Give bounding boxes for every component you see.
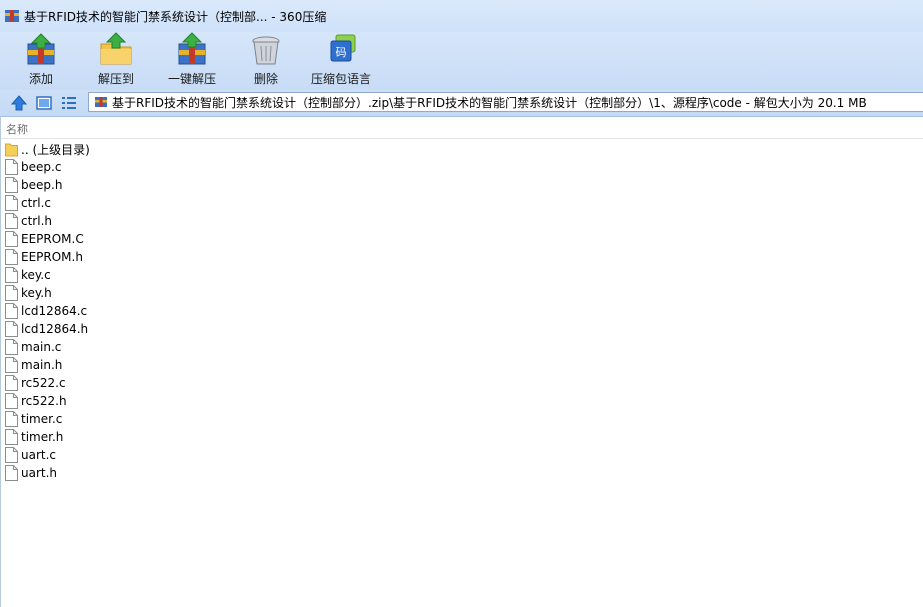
file-icon bbox=[5, 195, 18, 211]
delete-button[interactable]: 删除 bbox=[248, 32, 284, 88]
list-item[interactable]: main.h bbox=[0, 356, 923, 374]
list-item[interactable]: ctrl.c bbox=[0, 194, 923, 212]
list-item[interactable]: rc522.h bbox=[0, 392, 923, 410]
extract-folder-icon bbox=[100, 32, 132, 65]
file-icon bbox=[5, 339, 18, 355]
file-icon bbox=[5, 447, 18, 463]
list-item[interactable]: ctrl.h bbox=[0, 212, 923, 230]
column-header-name[interactable]: 名称 bbox=[6, 121, 28, 137]
one-click-extract-icon bbox=[178, 32, 206, 65]
folder-icon bbox=[5, 143, 18, 157]
list-item[interactable]: main.c bbox=[0, 338, 923, 356]
list-item[interactable]: timer.h bbox=[0, 428, 923, 446]
file-icon bbox=[5, 321, 18, 337]
file-icon bbox=[5, 465, 18, 481]
file-icon bbox=[5, 411, 18, 427]
encoding-icon: 码 bbox=[330, 34, 356, 62]
archive-language-button[interactable]: 码 压缩包语言 bbox=[310, 32, 372, 88]
thumbnail-view-icon[interactable] bbox=[35, 94, 53, 112]
list-item[interactable]: timer.c bbox=[0, 410, 923, 428]
up-arrow-icon[interactable] bbox=[10, 94, 28, 112]
archive-path-icon bbox=[95, 97, 107, 107]
add-button[interactable]: 添加 bbox=[20, 32, 62, 88]
add-archive-icon bbox=[27, 33, 55, 65]
list-item[interactable]: EEPROM.C bbox=[0, 230, 923, 248]
svg-text:码: 码 bbox=[336, 46, 347, 59]
trash-icon bbox=[252, 36, 280, 65]
list-item[interactable]: .. (上级目录) bbox=[0, 140, 923, 158]
archive-app-icon bbox=[5, 10, 19, 22]
file-icon bbox=[5, 303, 18, 319]
file-icon bbox=[5, 159, 18, 175]
address-path: 基于RFID技术的智能门禁系统设计（控制部分）.zip\基于RFID技术的智能门… bbox=[112, 95, 867, 110]
address-bar[interactable]: 基于RFID技术的智能门禁系统设计（控制部分）.zip\基于RFID技术的智能门… bbox=[88, 92, 923, 112]
file-list: .. (上级目录) beep.c beep.h ctrl.c ctrl.h EE… bbox=[0, 140, 923, 482]
extract-to-button[interactable]: 解压到 bbox=[93, 32, 139, 88]
file-icon bbox=[5, 429, 18, 445]
file-icon bbox=[5, 177, 18, 193]
list-item[interactable]: lcd12864.h bbox=[0, 320, 923, 338]
file-icon bbox=[5, 213, 18, 229]
title-bar: 基于RFID技术的智能门禁系统设计（控制部... - 360压缩 bbox=[0, 0, 923, 32]
column-header: 名称 bbox=[0, 117, 923, 139]
file-icon bbox=[5, 231, 18, 247]
list-item[interactable]: key.c bbox=[0, 266, 923, 284]
list-item[interactable]: beep.c bbox=[0, 158, 923, 176]
list-item[interactable]: beep.h bbox=[0, 176, 923, 194]
file-icon bbox=[5, 357, 18, 373]
list-item[interactable]: lcd12864.c bbox=[0, 302, 923, 320]
list-item[interactable]: key.h bbox=[0, 284, 923, 302]
file-icon bbox=[5, 267, 18, 283]
file-icon bbox=[5, 285, 18, 301]
file-icon bbox=[5, 249, 18, 265]
file-icon bbox=[5, 393, 18, 409]
list-item[interactable]: uart.h bbox=[0, 464, 923, 482]
list-item[interactable]: EEPROM.h bbox=[0, 248, 923, 266]
file-icon bbox=[5, 375, 18, 391]
list-item[interactable]: uart.c bbox=[0, 446, 923, 464]
navigation-bar: 基于RFID技术的智能门禁系统设计（控制部分）.zip\基于RFID技术的智能门… bbox=[0, 90, 923, 117]
window-title: 基于RFID技术的智能门禁系统设计（控制部... - 360压缩 bbox=[24, 9, 327, 24]
toolbar: 添加 解压到 一键解压 删除 码 压缩包语言 bbox=[0, 32, 923, 90]
one-click-extract-button[interactable]: 一键解压 bbox=[164, 32, 220, 88]
list-item[interactable]: rc522.c bbox=[0, 374, 923, 392]
list-view-icon[interactable] bbox=[60, 94, 78, 112]
